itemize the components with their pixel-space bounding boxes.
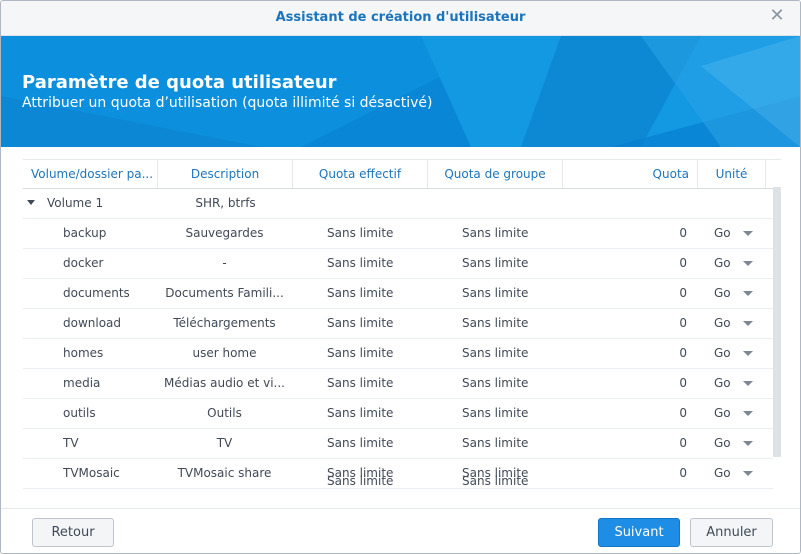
folder-description: Documents Famili... [165, 286, 284, 300]
quota-effectif: Sans limite [327, 286, 394, 300]
quota-value[interactable]: 0 [613, 218, 687, 248]
quota-groupe: Sans limite [462, 346, 529, 360]
unit-dropdown-arrow-icon[interactable] [743, 441, 753, 446]
quota-effectif: Sans limite [327, 436, 394, 450]
dialog-title: Assistant de création d'utilisateur [275, 10, 526, 25]
unit-select-value[interactable]: Go [714, 458, 736, 488]
group-name: Volume 1 [47, 196, 104, 210]
unit-dropdown-arrow-icon[interactable] [743, 321, 753, 326]
folder-description: Téléchargements [173, 316, 276, 330]
close-icon[interactable]: ✕ [768, 7, 786, 25]
table-row[interactable]: docker - Sans limite Sans limite 0 Go [23, 248, 773, 279]
quota-groupe: Sans limite [462, 436, 529, 450]
collapse-caret-icon[interactable] [27, 200, 35, 205]
back-button[interactable]: Retour [32, 518, 114, 547]
column-header-quota-groupe[interactable]: Quota de groupe [428, 160, 563, 188]
unit-select-value[interactable]: Go [714, 368, 736, 398]
folder-name: documents [63, 286, 130, 300]
dialog-footer: Retour Suivant Annuler [1, 508, 800, 553]
table-header: Volume/dossier pa... Description Quota e… [23, 160, 781, 189]
folder-name: TV [63, 436, 79, 450]
table-row[interactable]: backup Sauvegardes Sans limite Sans limi… [23, 218, 773, 249]
folder-name: media [63, 376, 101, 390]
folder-name: docker [63, 256, 104, 270]
unit-select-value[interactable]: Go [714, 308, 736, 338]
quota-effectif: Sans limite [327, 256, 394, 270]
unit-dropdown-arrow-icon[interactable] [743, 261, 753, 266]
table-row[interactable]: documents Documents Famili... Sans limit… [23, 278, 773, 309]
folder-description: Médias audio et vi... [164, 376, 285, 390]
table-row[interactable]: download Téléchargements Sans limite San… [23, 308, 773, 339]
header-banner: Paramètre de quota utilisateur Attribuer… [1, 36, 800, 147]
quota-value[interactable]: 0 [613, 308, 687, 338]
unit-dropdown-arrow-icon[interactable] [743, 411, 753, 416]
user-creation-dialog: Assistant de création d'utilisateur ✕ Pa… [0, 0, 801, 554]
table-row[interactable]: outils Outils Sans limite Sans limite 0 … [23, 398, 773, 429]
quota-table: Volume/dossier pa... Description Quota e… [23, 159, 781, 512]
quota-effectif: Sans limite [327, 474, 394, 488]
column-header-volume[interactable]: Volume/dossier pa... [23, 160, 158, 188]
folder-name: homes [63, 346, 104, 360]
quota-groupe: Sans limite [462, 376, 529, 390]
quota-groupe: Sans limite [462, 316, 529, 330]
quota-groupe: Sans limite [462, 474, 529, 488]
dialog-titlebar: Assistant de création d'utilisateur ✕ [1, 1, 800, 36]
folder-description: Sauvegardes [185, 226, 264, 240]
quota-value[interactable]: 0 [613, 248, 687, 278]
quota-effectif: Sans limite [327, 346, 394, 360]
table-row[interactable]: homes user home Sans limite Sans limite … [23, 338, 773, 369]
unit-select-value[interactable]: Go [714, 278, 736, 308]
quota-groupe: Sans limite [462, 286, 529, 300]
unit-select-value[interactable]: Go [714, 398, 736, 428]
column-header-quota[interactable]: Quota [563, 160, 698, 188]
quota-effectif: Sans limite [327, 406, 394, 420]
table-scrollbar[interactable] [773, 187, 781, 457]
folder-name: backup [63, 226, 107, 240]
quota-value[interactable]: 0 [613, 458, 687, 488]
folder-name: TVMosaic [63, 466, 120, 480]
quota-value[interactable]: 0 [613, 278, 687, 308]
quota-groupe: Sans limite [462, 406, 529, 420]
folder-name: download [63, 316, 122, 330]
unit-dropdown-arrow-icon[interactable] [743, 231, 753, 236]
unit-dropdown-arrow-icon[interactable] [743, 351, 753, 356]
quota-value[interactable]: 0 [613, 338, 687, 368]
next-button[interactable]: Suivant [598, 518, 680, 547]
folder-description: TV [216, 436, 233, 450]
unit-dropdown-arrow-icon[interactable] [743, 381, 753, 386]
quota-effectif: Sans limite [327, 226, 394, 240]
group-description: SHR, btrfs [195, 196, 256, 210]
column-header-unite[interactable]: Unité [698, 160, 766, 188]
unit-select-value[interactable]: Go [714, 338, 736, 368]
banner-subtitle: Attribuer un quota d’utilisation (quota … [22, 95, 433, 111]
unit-select-value[interactable]: Go [714, 248, 736, 278]
table-row[interactable]: media Médias audio et vi... Sans limite … [23, 368, 773, 399]
quota-value[interactable]: 0 [613, 368, 687, 398]
banner-title: Paramètre de quota utilisateur [22, 72, 337, 93]
unit-dropdown-arrow-icon[interactable] [743, 471, 753, 476]
folder-description: - [222, 256, 227, 270]
unit-select-value[interactable]: Go [714, 428, 736, 458]
unit-select-value[interactable]: Go [714, 218, 736, 248]
table-group-row[interactable]: Volume 1 SHR, btrfs [23, 188, 773, 219]
unit-dropdown-arrow-icon[interactable] [743, 291, 753, 296]
quota-effectif: Sans limite [327, 316, 394, 330]
quota-effectif: Sans limite [327, 376, 394, 390]
cancel-button[interactable]: Annuler [690, 518, 773, 547]
quota-value[interactable]: 0 [613, 398, 687, 428]
column-header-description[interactable]: Description [158, 160, 293, 188]
quota-value[interactable]: 0 [613, 428, 687, 458]
folder-description: user home [192, 346, 257, 360]
quota-groupe: Sans limite [462, 256, 529, 270]
table-row[interactable]: TV TV Sans limite Sans limite 0 Go [23, 428, 773, 459]
folder-description: Outils [207, 406, 242, 420]
quota-groupe: Sans limite [462, 226, 529, 240]
folder-description: TVMosaic share [177, 466, 272, 480]
column-header-quota-effectif[interactable]: Quota effectif [293, 160, 428, 188]
folder-name: outils [63, 406, 96, 420]
